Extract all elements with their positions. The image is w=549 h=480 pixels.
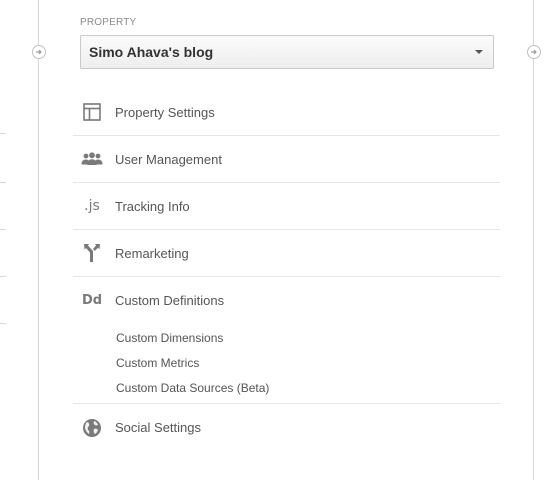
left-row-divider	[0, 229, 6, 230]
custom-definitions-header[interactable]: Dd Custom Definitions	[73, 277, 500, 324]
users-icon	[81, 148, 103, 170]
submenu-item-custom-data-sources[interactable]: Custom Data Sources (Beta)	[116, 376, 269, 401]
menu-item-tracking-info[interactable]: .js Tracking Info	[73, 183, 500, 230]
dd-icon: Dd	[81, 293, 103, 308]
menu-item-label: Property Settings	[115, 104, 215, 120]
submenu-item-custom-metrics[interactable]: Custom Metrics	[116, 351, 269, 376]
property-selected-value: Simo Ahava's blog	[89, 44, 214, 60]
right-connector-arrow-icon	[527, 45, 541, 59]
left-connector-arrow-icon	[32, 45, 46, 59]
fork-icon	[81, 242, 103, 264]
menu-item-label: Remarketing	[115, 245, 189, 261]
menu-item-custom-definitions: Dd Custom Definitions Custom Dimensions …	[73, 277, 500, 404]
globe-icon	[81, 417, 103, 439]
left-row-divider	[0, 276, 6, 277]
menu-item-label: Tracking Info	[115, 198, 190, 214]
property-admin-menu: Property Settings User Management .js Tr…	[73, 89, 500, 451]
property-label: PROPERTY	[80, 17, 137, 28]
menu-item-social-settings[interactable]: Social Settings	[73, 404, 500, 451]
menu-item-remarketing[interactable]: Remarketing	[73, 230, 500, 277]
left-row-divider	[0, 182, 6, 183]
left-row-divider	[0, 133, 6, 134]
custom-definitions-submenu: Custom Dimensions Custom Metrics Custom …	[116, 326, 269, 401]
submenu-item-custom-dimensions[interactable]: Custom Dimensions	[116, 326, 269, 351]
menu-item-user-management[interactable]: User Management	[73, 136, 500, 183]
property-selector-dropdown[interactable]: Simo Ahava's blog	[80, 35, 494, 69]
menu-item-label: Custom Definitions	[115, 293, 225, 308]
chevron-down-icon	[475, 50, 483, 54]
right-column-divider	[533, 0, 534, 480]
js-icon: .js	[84, 198, 100, 214]
layout-icon	[81, 101, 103, 123]
left-column-divider	[38, 0, 39, 480]
menu-item-label: User Management	[115, 151, 222, 167]
left-row-divider	[0, 323, 6, 324]
menu-item-label: Social Settings	[115, 420, 201, 435]
menu-item-property-settings[interactable]: Property Settings	[73, 89, 500, 136]
